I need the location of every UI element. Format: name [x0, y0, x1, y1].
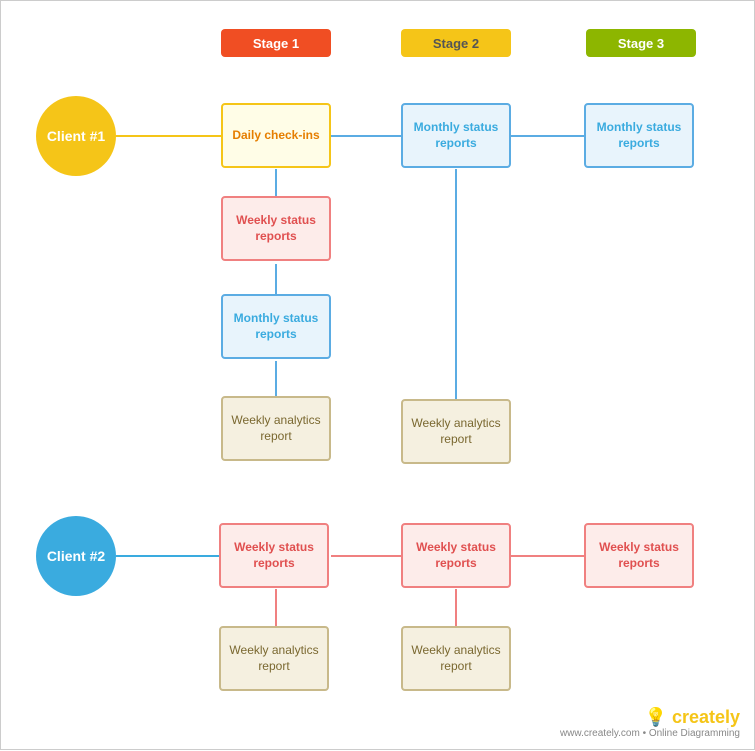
client1-monthly2-stage1-box: Monthly status reports	[221, 294, 331, 359]
client1-monthly-stage2-box: Monthly status reports	[401, 103, 511, 168]
client1-monthly-stage3-box: Monthly status reports	[584, 103, 694, 168]
client1-analytics-stage2-box: Weekly analytics report	[401, 399, 511, 464]
client1-weekly-stage1-box: Weekly status reports	[221, 196, 331, 261]
client1-analytics-stage1-box: Weekly analytics report	[221, 396, 331, 461]
stage3-label: Stage 3	[586, 29, 696, 57]
diagram-container: Stage 1 Stage 2 Stage 3 Client #1 Daily …	[0, 0, 755, 750]
client1-circle: Client #1	[36, 96, 116, 176]
client2-analytics-stage2-box: Weekly analytics report	[401, 626, 511, 691]
watermark: 💡 creately www.creately.com • Online Dia…	[560, 707, 740, 739]
brand-logo: 💡 creately	[560, 707, 740, 728]
client2-weekly-stage3-box: Weekly status reports	[584, 523, 694, 588]
client2-circle: Client #2	[36, 516, 116, 596]
stage1-label: Stage 1	[221, 29, 331, 57]
client2-weekly-stage2-box: Weekly status reports	[401, 523, 511, 588]
daily-checkins-box: Daily check-ins	[221, 103, 331, 168]
client2-analytics-stage1-box: Weekly analytics report	[219, 626, 329, 691]
brand-bulb-icon: 💡	[645, 707, 667, 727]
client2-weekly-stage1-box: Weekly status reports	[219, 523, 329, 588]
stage2-label: Stage 2	[401, 29, 511, 57]
brand-url: www.creately.com • Online Diagramming	[560, 728, 740, 739]
